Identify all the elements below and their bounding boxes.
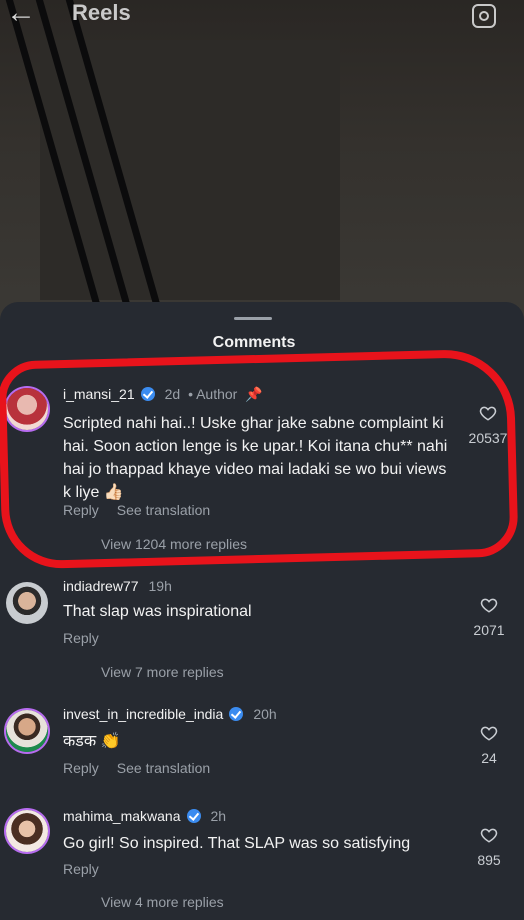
like-control: 895	[459, 826, 519, 868]
camera-icon[interactable]	[472, 4, 496, 28]
comment-actions: Reply	[63, 630, 117, 646]
avatar[interactable]	[6, 710, 48, 752]
username[interactable]: mahima_makwana	[63, 808, 181, 824]
comment-time: 20h	[253, 706, 277, 722]
view-more-replies[interactable]: View 4 more replies	[101, 894, 224, 910]
avatar[interactable]	[6, 810, 48, 852]
like-control: 24	[459, 724, 519, 766]
like-count: 24	[481, 750, 497, 766]
back-arrow-icon[interactable]: ←	[6, 0, 36, 28]
comment-header: indiadrew77 19h	[63, 578, 172, 594]
author-tag: • Author	[188, 386, 238, 402]
verified-icon	[229, 707, 244, 721]
comment-time: 2d	[164, 386, 181, 402]
reply-button[interactable]: Reply	[63, 502, 99, 518]
heart-icon[interactable]	[480, 724, 498, 742]
avatar[interactable]	[6, 388, 48, 430]
comment-text: कडक 👏	[63, 733, 121, 750]
comment-text: Scripted nahi hai..! Uske ghar jake sabn…	[63, 415, 448, 501]
drag-handle[interactable]	[234, 317, 272, 320]
comment-actions: Reply See translation	[63, 502, 228, 518]
like-count: 895	[477, 852, 501, 868]
like-count: 20537	[468, 430, 508, 446]
comment-text: That slap was inspirational	[63, 603, 252, 620]
heart-icon[interactable]	[480, 596, 498, 614]
comment-time: 19h	[148, 578, 172, 594]
username[interactable]: invest_in_incredible_india	[63, 706, 223, 722]
comment-header: i_mansi_21 2d • Author 📌	[63, 386, 263, 403]
comment-actions: Reply	[63, 861, 117, 877]
comment-header: mahima_makwana 2h	[63, 808, 226, 824]
verified-icon	[186, 809, 201, 823]
verified-icon	[140, 387, 155, 401]
avatar[interactable]	[6, 582, 48, 624]
comment-header: invest_in_incredible_india 20h	[63, 706, 277, 722]
see-translation-button[interactable]: See translation	[117, 502, 210, 518]
heart-icon[interactable]	[480, 826, 498, 844]
view-more-replies[interactable]: View 7 more replies	[101, 664, 224, 680]
comment-text: Go girl! So inspired. That SLAP was so s…	[63, 835, 411, 852]
like-control: 2071	[459, 596, 519, 638]
like-control: 20537	[458, 404, 518, 446]
reply-button[interactable]: Reply	[63, 760, 99, 776]
like-count: 2071	[473, 622, 505, 638]
reel-video-background[interactable]	[0, 0, 524, 320]
comment-actions: Reply See translation	[63, 760, 228, 776]
username[interactable]: indiadrew77	[63, 578, 139, 594]
page-title: Reels	[72, 0, 131, 25]
heart-icon[interactable]	[479, 404, 497, 422]
pin-icon: 📌	[245, 386, 263, 402]
sheet-title: Comments	[212, 334, 296, 351]
username[interactable]: i_mansi_21	[63, 386, 135, 402]
top-bar: ← Reels	[0, 0, 524, 34]
reply-button[interactable]: Reply	[63, 861, 99, 877]
comment-time: 2h	[210, 808, 227, 824]
reply-button[interactable]: Reply	[63, 630, 99, 646]
see-translation-button[interactable]: See translation	[117, 760, 210, 776]
view-more-replies[interactable]: View 1204 more replies	[101, 536, 247, 552]
